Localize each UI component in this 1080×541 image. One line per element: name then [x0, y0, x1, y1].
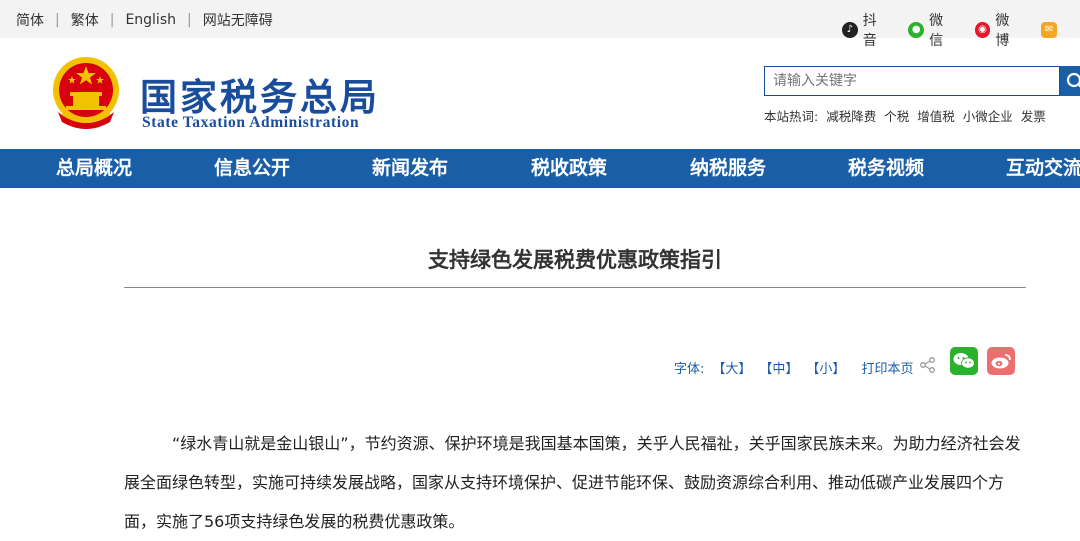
font-medium-button[interactable]: 【中】: [759, 358, 798, 377]
weibo-link[interactable]: ◉ 微博: [974, 10, 1023, 50]
hot-word-link[interactable]: 增值税: [917, 109, 955, 124]
article-title: 支持绿色发展税费优惠政策指引: [428, 248, 722, 272]
lang-english-link[interactable]: English: [125, 12, 176, 28]
print-button[interactable]: 打印本页: [861, 358, 913, 377]
top-utility-bar: 简体 | 繁体 | English | 网站无障碍 ♪ 抖音 ● 微信 ◉ 微博…: [0, 0, 1080, 49]
hot-words: 本站热词: 减税降费 个税 增值税 小微企业 发票: [764, 106, 1050, 125]
font-size-label: 字体:: [674, 362, 705, 377]
wechat-icon: ●: [908, 22, 925, 38]
search-button[interactable]: [1060, 66, 1080, 96]
douyin-icon: ♪: [842, 22, 858, 38]
social-links: ♪ 抖音 ● 微信 ◉ 微博 ✉: [842, 10, 1080, 50]
language-switcher: 简体 | 繁体 | English | 网站无障碍: [16, 10, 273, 30]
weibo-icon: [991, 354, 1011, 369]
main-nav: 总局概况 信息公开 新闻发布 税收政策 纳税服务 税务视频 互动交流: [0, 149, 1080, 188]
hot-word-link[interactable]: 减税降费: [826, 109, 876, 124]
divider: |: [109, 12, 115, 28]
nav-item-service[interactable]: 纳税服务: [690, 149, 766, 188]
hot-word-link[interactable]: 发票: [1021, 109, 1046, 124]
nav-item-disclosure[interactable]: 信息公开: [214, 149, 290, 188]
nav-item-video[interactable]: 税务视频: [848, 149, 924, 188]
site-title-cn[interactable]: 国家税务总局: [140, 67, 380, 121]
hot-words-label: 本站热词:: [764, 109, 819, 124]
search-icon: [1066, 72, 1080, 88]
mail-icon: ✉: [1040, 22, 1057, 38]
share-icon[interactable]: [919, 356, 937, 374]
divider: |: [187, 12, 192, 28]
font-small-button[interactable]: 【小】: [806, 358, 845, 377]
accessibility-link[interactable]: 网站无障碍: [203, 10, 273, 30]
nav-item-news[interactable]: 新闻发布: [372, 149, 448, 188]
lang-traditional-link[interactable]: 繁体: [71, 10, 99, 30]
font-large-button[interactable]: 【大】: [712, 358, 751, 377]
hot-word-link[interactable]: 个税: [884, 109, 909, 124]
article-tools: 字体: 【大】 【中】 【小】 打印本页: [674, 358, 927, 377]
divider: |: [55, 12, 60, 28]
article-paragraph: “绿水青山就是金山银山”，节约资源、保护环境是我国基本国策，关乎人民福祉，关乎国…: [124, 434, 1021, 531]
mail-link[interactable]: ✉: [1040, 22, 1062, 38]
search-input[interactable]: [764, 66, 1060, 96]
title-divider: [124, 287, 1026, 288]
search-box: [764, 66, 1080, 98]
weibo-icon: ◉: [974, 22, 991, 38]
weibo-label: 微博: [995, 13, 1010, 49]
wechat-label: 微信: [929, 13, 944, 49]
nav-item-policy[interactable]: 税收政策: [531, 149, 607, 188]
site-title-en[interactable]: State Taxation Administration: [142, 114, 359, 132]
wechat-icon: [953, 353, 975, 369]
share-wechat-button[interactable]: [950, 347, 978, 375]
national-emblem-icon[interactable]: [50, 54, 122, 130]
wechat-link[interactable]: ● 微信: [908, 10, 956, 50]
nav-item-overview[interactable]: 总局概况: [56, 149, 132, 188]
share-weibo-button[interactable]: [987, 347, 1015, 375]
hot-word-link[interactable]: 小微企业: [963, 109, 1013, 124]
nav-item-interaction[interactable]: 互动交流: [1006, 149, 1080, 188]
douyin-label: 抖音: [862, 13, 877, 49]
douyin-link[interactable]: ♪ 抖音: [842, 10, 890, 50]
lang-simplified-link[interactable]: 简体: [16, 10, 44, 30]
